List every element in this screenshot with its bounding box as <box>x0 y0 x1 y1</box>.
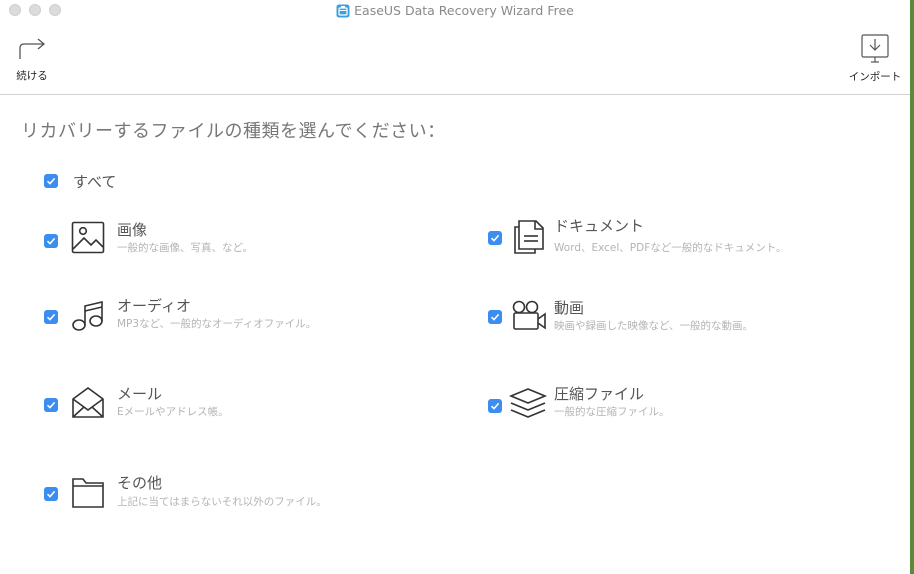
continue-label: 続ける <box>16 70 48 82</box>
layers-icon <box>508 388 548 418</box>
category-title: オーディオ <box>117 297 191 315</box>
folder-icon <box>72 478 104 508</box>
image-icon <box>71 221 105 254</box>
category-description: 一般的な画像、写真、など。 <box>117 242 253 254</box>
import-label: インポート <box>848 71 902 83</box>
continue-button[interactable]: 続ける <box>12 37 52 83</box>
music-note-icon <box>72 300 103 331</box>
category-title: 画像 <box>117 221 148 239</box>
app-logo-icon <box>336 4 350 17</box>
category-description: MP3など、一般的なオーディオファイル。 <box>117 318 317 330</box>
video-checkbox[interactable] <box>488 310 502 324</box>
window-title: EaseUS Data Recovery Wizard Free <box>0 0 910 18</box>
checkmark-icon <box>46 177 56 185</box>
checkmark-icon <box>46 313 56 321</box>
window-title-text: EaseUS Data Recovery Wizard Free <box>354 3 574 18</box>
title-bar: EaseUS Data Recovery Wizard Free <box>0 0 910 22</box>
app-window: EaseUS Data Recovery Wizard Free 続ける インポ… <box>0 0 910 574</box>
checkmark-icon <box>46 401 56 409</box>
checkmark-icon <box>490 234 500 242</box>
envelope-icon <box>72 387 104 418</box>
checkmark-icon <box>490 402 500 410</box>
video-camera-icon <box>512 300 546 330</box>
documents-checkbox[interactable] <box>488 231 502 245</box>
category-title: その他 <box>117 474 163 492</box>
category-title: メール <box>117 385 163 403</box>
checkmark-icon <box>490 313 500 321</box>
category-title: 動画 <box>554 299 585 317</box>
all-checkbox[interactable] <box>44 174 58 188</box>
category-description: 映画や録画した映像など、一般的な動画。 <box>554 320 753 332</box>
archive-checkbox[interactable] <box>488 399 502 413</box>
category-description: Eメールやアドレス帳。 <box>117 406 229 418</box>
forward-arrow-icon <box>19 38 46 59</box>
page-heading: リカバリーするファイルの種類を選んでください： <box>21 121 446 142</box>
category-description: 上記に当てはまらないそれ以外のファイル。 <box>117 496 327 508</box>
import-button[interactable]: インポート <box>843 33 907 84</box>
import-icon <box>861 34 889 63</box>
checkmark-icon <box>46 237 56 245</box>
document-icon <box>514 220 544 254</box>
all-label: すべて <box>73 173 117 191</box>
category-title: 圧縮ファイル <box>554 385 645 403</box>
images-checkbox[interactable] <box>44 234 58 248</box>
category-description: Word、Excel、PDFなど一般的なドキュメント。 <box>554 242 787 254</box>
toolbar: 続ける インポート <box>0 22 910 95</box>
email-checkbox[interactable] <box>44 398 58 412</box>
audio-checkbox[interactable] <box>44 310 58 324</box>
other-checkbox[interactable] <box>44 487 58 501</box>
category-title: ドキュメント <box>554 217 645 235</box>
checkmark-icon <box>46 490 56 498</box>
category-description: 一般的な圧縮ファイル。 <box>554 406 670 418</box>
